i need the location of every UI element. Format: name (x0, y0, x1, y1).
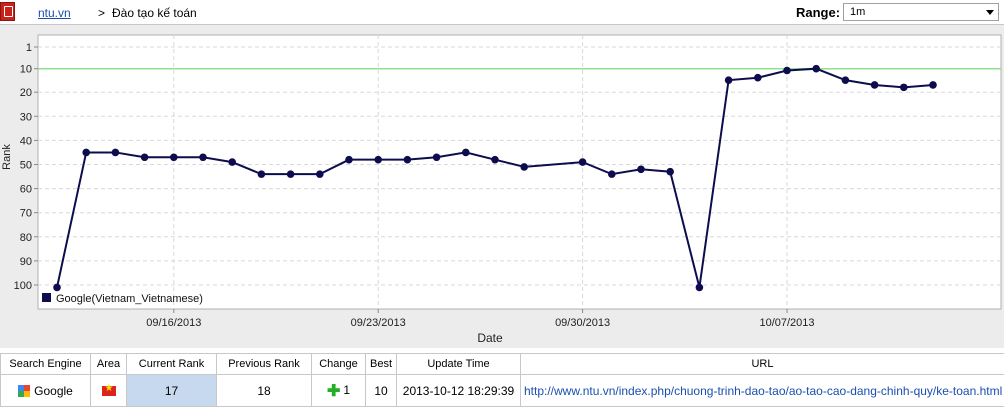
breadcrumb-separator: > (98, 6, 106, 20)
change-cell: ✚ 1 (311, 374, 366, 407)
data-point (520, 163, 528, 171)
y-tick-label: 100 (14, 280, 32, 292)
data-point (374, 155, 383, 164)
table-header-row: Search Engine Area Current Rank Previous… (0, 353, 1004, 375)
engine-name: Google (34, 383, 73, 398)
header-change: Change (311, 353, 366, 375)
range-label: Range: (796, 5, 841, 20)
data-point (345, 155, 353, 164)
y-axis-label: Rank (1, 144, 13, 170)
data-point (228, 158, 236, 166)
data-point (403, 155, 412, 164)
header-search-engine: Search Engine (0, 353, 91, 375)
rank-chart-panel: 1 10 20 30 40 50 60 70 80 90 100 09/16/2013 09/23/20… (0, 25, 1004, 348)
header-previous-rank: Previous Rank (216, 353, 312, 375)
plot-area (37, 34, 1002, 310)
y-tick-label: 70 (20, 208, 32, 220)
x-tick-label: 09/30/2013 (555, 317, 610, 329)
keyword-breadcrumb: Đào tạo kế toán (112, 6, 197, 20)
x-tick-label: 09/16/2013 (146, 317, 201, 329)
data-point (666, 167, 674, 176)
best-cell: 10 (365, 374, 397, 407)
data-point (140, 153, 149, 162)
y-tick-label: 20 (20, 87, 32, 99)
data-point (316, 170, 324, 178)
header-area: Area (90, 353, 127, 375)
y-tick-label: 90 (20, 256, 32, 268)
header-current-rank: Current Rank (126, 353, 217, 375)
data-point (812, 64, 820, 73)
data-point (900, 83, 908, 92)
data-point (754, 73, 762, 82)
current-rank-cell: 17 (126, 374, 217, 407)
data-point (578, 158, 587, 166)
update-time-cell: 2013-10-12 18:29:39 (396, 374, 521, 407)
rank-table: Search Engine Area Current Rank Previous… (0, 353, 1004, 407)
range-selected-value: 1m (850, 6, 866, 18)
y-tick-label: 40 (20, 135, 32, 147)
header-best: Best (365, 353, 397, 375)
url-link[interactable]: http://www.ntu.vn/index.php/chuong-trinh… (520, 374, 1004, 407)
previous-rank-cell: 18 (216, 374, 312, 407)
x-tick-label: 09/23/2013 (351, 317, 406, 329)
x-tick-label: 10/07/2013 (759, 317, 814, 329)
legend-swatch (42, 293, 51, 302)
y-tick-label: 1 (26, 42, 32, 54)
change-value: 1 (343, 382, 351, 397)
vietnam-flag-icon (101, 383, 116, 397)
header-update-time: Update Time (396, 353, 521, 375)
y-tick-label: 10 (20, 64, 32, 76)
data-point (432, 153, 441, 162)
header-url: URL (520, 353, 1004, 375)
chevron-down-icon (986, 10, 994, 15)
data-point (870, 81, 879, 89)
data-point (286, 170, 295, 178)
y-tick-label: 50 (20, 159, 32, 171)
data-point (462, 148, 470, 157)
data-point (841, 76, 850, 84)
data-point (491, 155, 499, 164)
pdf-icon[interactable] (0, 2, 15, 21)
data-point (199, 153, 207, 162)
rank-chart: 1 10 20 30 40 50 60 70 80 90 100 09/16/2013 09/23/20… (1, 34, 1002, 345)
plus-icon: ✚ (326, 382, 341, 400)
range-select[interactable]: 1m (843, 3, 999, 21)
data-point (637, 165, 645, 174)
data-point (724, 76, 733, 84)
area-cell (90, 374, 127, 407)
google-icon (18, 385, 31, 398)
engine-cell: Google (0, 374, 91, 407)
legend-label: Google(Vietnam_Vietnamese) (56, 293, 203, 305)
data-point (783, 66, 791, 75)
y-tick-label: 80 (20, 232, 32, 244)
data-point (82, 148, 90, 157)
data-point (53, 283, 61, 292)
domain-link[interactable]: ntu.vn (38, 6, 71, 20)
data-point (608, 170, 616, 178)
data-point (111, 148, 120, 157)
data-point (257, 170, 266, 178)
y-tick-label: 30 (20, 111, 32, 123)
data-point (170, 153, 178, 162)
x-axis-label: Date (477, 331, 503, 345)
data-point (695, 283, 704, 292)
y-tick-label: 60 (20, 184, 32, 196)
table-row[interactable]: Google 17 18 ✚1 10 2013-10-12 18:29:39 h… (0, 374, 1004, 407)
data-point (929, 81, 937, 89)
toolbar: ntu.vn > Đào tạo kế toán Range: 1m (0, 0, 1004, 25)
